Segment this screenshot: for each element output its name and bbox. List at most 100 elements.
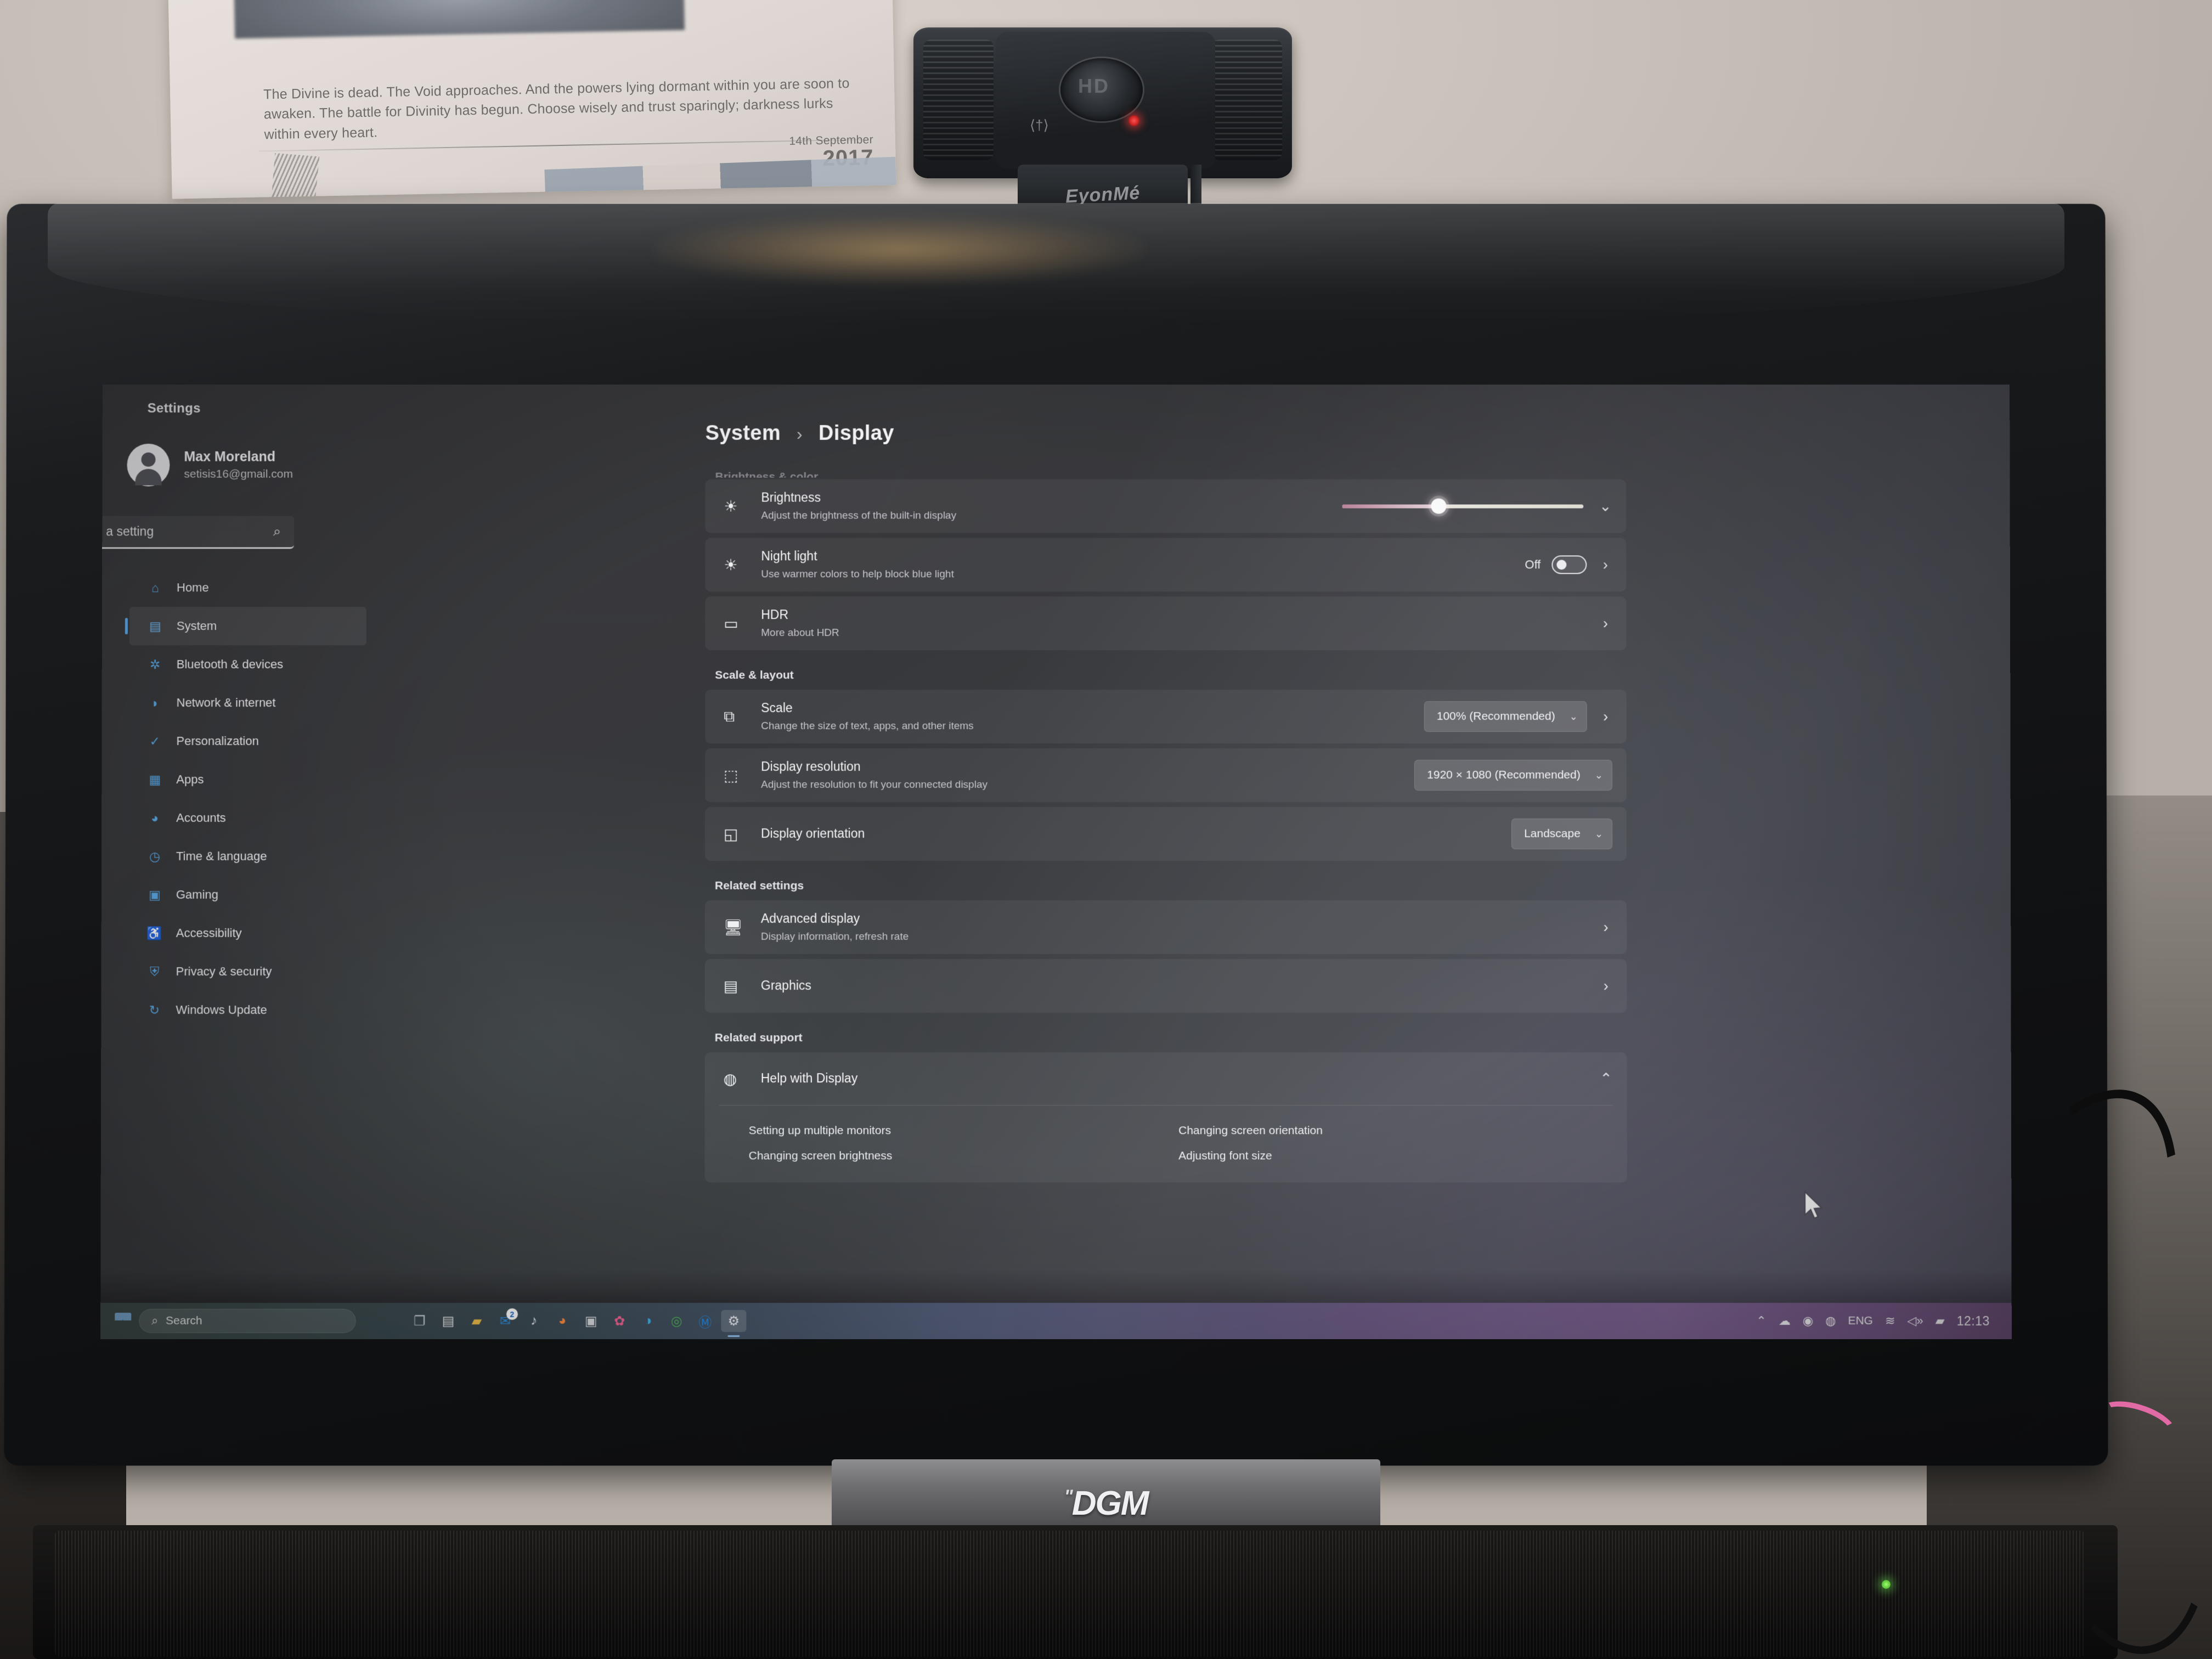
hdr-row[interactable]: ▭ HDR More about HDR ›	[705, 596, 1627, 651]
settings-gear-icon[interactable]: ⚙	[721, 1310, 747, 1332]
edge-icon[interactable]: ◑	[635, 1310, 661, 1332]
scale-value: 100% (Recommended)	[1436, 710, 1555, 723]
sidebar-item-accounts[interactable]: ◕ Accounts	[129, 799, 366, 837]
brightness-color-section-header: Brightness & color	[715, 470, 819, 478]
advanced-display-row[interactable]: 🖥 Advanced display Display information, …	[704, 900, 1627, 955]
help-link[interactable]: Adjusting font size	[1178, 1149, 1609, 1163]
night-light-row[interactable]: ☀ Night light Use warmer colors to help …	[705, 538, 1627, 592]
help-with-display-header[interactable]: ◍ Help with Display ⌃	[705, 1052, 1627, 1105]
sidebar-item-windows-update[interactable]: ↻ Windows Update	[128, 991, 365, 1029]
language-indicator[interactable]: ENG	[1848, 1314, 1873, 1328]
folder-icon[interactable]: ▰	[464, 1310, 489, 1332]
brightness-track[interactable]	[1342, 498, 1584, 514]
search-icon: ⌕	[273, 523, 281, 539]
file-explorer-icon[interactable]: ▤	[436, 1310, 461, 1332]
task-view-icon[interactable]: ❐	[407, 1310, 432, 1332]
breadcrumb-separator: ›	[797, 424, 803, 444]
display-resolution-row[interactable]: ⬚ Display resolution Adjust the resoluti…	[705, 748, 1627, 803]
taskbar-search[interactable]: ⌕ Search	[139, 1308, 356, 1333]
onedrive-icon[interactable]: ☁	[1779, 1314, 1791, 1328]
graphics-row[interactable]: ▤ Graphics ›	[704, 959, 1627, 1013]
brightness-thumb[interactable]	[1431, 498, 1447, 514]
clock-icon: ◷	[149, 849, 161, 864]
music-app-icon[interactable]: ♪	[521, 1310, 546, 1332]
sidebar-item-personalization[interactable]: ✓ Personalization	[129, 722, 366, 760]
hdr-subtitle: More about HDR	[761, 627, 839, 639]
display-resolution-dropdown[interactable]: 1920 × 1080 (Recommended) ⌄	[1414, 760, 1612, 791]
windows-start-icon[interactable]	[115, 1313, 131, 1329]
sidebar-item-time-language[interactable]: ◷ Time & language	[129, 837, 366, 876]
wifi-icon[interactable]: ≋	[1885, 1314, 1895, 1328]
volume-icon[interactable]: ◁»	[1907, 1314, 1923, 1328]
firefox-icon-glyph: ◕	[558, 1313, 567, 1328]
chevron-right-icon[interactable]: ›	[1599, 615, 1612, 632]
sidebar-item-network-internet[interactable]: ◗ Network & internet	[129, 684, 366, 722]
brightness-row[interactable]: ☀ Brightness Adjust the brightness of th…	[705, 479, 1627, 533]
chevron-down-icon[interactable]: ⌄	[1599, 498, 1612, 515]
chrome-icon-glyph: ◎	[670, 1313, 682, 1329]
chevron-right-icon[interactable]: ›	[1599, 556, 1612, 573]
messenger-icon[interactable]: Ⓜ	[692, 1310, 718, 1332]
sidebar-item-label: Personalization	[176, 734, 259, 748]
scale-row[interactable]: ⧉ Scale Change the size of text, apps, a…	[705, 690, 1627, 744]
search-placeholder: nd a setting	[100, 524, 154, 539]
webcam-grill-right	[1212, 40, 1282, 160]
sidebar-item-label: Privacy & security	[176, 964, 272, 979]
search-input[interactable]: nd a setting ⌕	[100, 516, 295, 549]
brightness-slider[interactable]	[1342, 498, 1584, 514]
account-name: Max Moreland	[184, 449, 276, 465]
scale-subtitle: Change the size of text, apps, and other…	[761, 720, 974, 732]
sidebar-item-home[interactable]: ⌂ Home	[129, 568, 366, 607]
display-orientation-row[interactable]: ◱ Display orientation Landscape ⌄	[705, 807, 1627, 861]
sidebar-item-accessibility[interactable]: ♿ Accessibility	[129, 914, 366, 952]
scale-layout-header: Scale & layout	[715, 669, 794, 682]
sidebar-item-system[interactable]: ▤ System	[129, 607, 366, 646]
sidebar-item-gaming[interactable]: ▣ Gaming	[129, 876, 366, 914]
search-icon: ⌕	[151, 1314, 159, 1327]
scale-title: Scale	[761, 700, 793, 715]
toolbox-icon[interactable]: ▣	[578, 1310, 603, 1332]
brightness-filled	[1342, 504, 1439, 509]
webcam-hd-label: HD	[1078, 75, 1110, 97]
firefox-icon[interactable]: ◕	[550, 1310, 575, 1332]
home-icon: ⌂	[151, 580, 159, 595]
mail-icon[interactable]: ✉ 2	[493, 1308, 518, 1332]
system-icon: ▤	[149, 618, 161, 633]
sidebar-item-privacy-security[interactable]: ⛨ Privacy & security	[129, 952, 366, 991]
chevron-right-icon[interactable]: ›	[1599, 919, 1612, 936]
related-settings-header: Related settings	[714, 879, 804, 893]
brightness-title: Brightness	[761, 490, 821, 505]
security-icon[interactable]: ◉	[1803, 1314, 1813, 1328]
sidebar-item-label: Gaming	[176, 888, 218, 902]
breadcrumb-parent[interactable]: System	[706, 422, 781, 445]
help-link[interactable]: Setting up multiple monitors	[749, 1124, 1178, 1137]
resolution-icon: ⬚	[724, 766, 738, 784]
content-bottom-fade	[100, 1270, 2012, 1304]
people-icon[interactable]: ◍	[1825, 1314, 1836, 1328]
sidebar-item-bluetooth-devices[interactable]: ✲ Bluetooth & devices	[129, 645, 366, 684]
taskbar: ⌕ Search ❐ ▤ ▰ ✉ 2 ♪ ◕ ▣ ✿ ◑ ◎ Ⓜ ⚙ ⌃ ☁ ◉ ◍ ENG ≋ ◁» …	[100, 1302, 2012, 1339]
chevron-up-icon[interactable]: ⌃	[1756, 1314, 1766, 1328]
chrome-icon[interactable]: ◎	[664, 1310, 689, 1332]
night-light-subtitle: Use warmer colors to help block blue lig…	[761, 568, 954, 580]
sidebar-item-label: Windows Update	[176, 1003, 267, 1017]
paint-icon[interactable]: ✿	[607, 1310, 632, 1332]
edge-icon-glyph: ◑	[644, 1313, 652, 1328]
account-header[interactable]: Max Moreland setisis16@gmail.com	[127, 443, 293, 487]
night-light-toggle[interactable]	[1551, 555, 1587, 574]
monitor-icon: 🖥	[723, 918, 743, 936]
monitor-screen: Settings Max Moreland setisis16@gmail.co…	[100, 384, 2012, 1339]
help-globe-icon: ◍	[723, 1070, 737, 1087]
display-orientation-dropdown[interactable]: Landscape ⌄	[1511, 819, 1612, 850]
user-avatar	[127, 443, 170, 487]
scale-dropdown[interactable]: 100% (Recommended) ⌄	[1424, 701, 1587, 732]
help-link[interactable]: Changing screen brightness	[749, 1149, 1179, 1163]
help-link[interactable]: Changing screen orientation	[1178, 1124, 1608, 1137]
sidebar-item-apps[interactable]: ▦ Apps	[129, 760, 366, 799]
sidebar-item-label: Apps	[176, 772, 204, 787]
chevron-right-icon[interactable]: ›	[1599, 708, 1612, 725]
power-led	[1128, 115, 1139, 126]
chevron-right-icon[interactable]: ›	[1599, 978, 1612, 995]
chevron-up-icon[interactable]: ⌃	[1599, 1070, 1612, 1087]
brightness-icon: ☀	[724, 498, 738, 515]
